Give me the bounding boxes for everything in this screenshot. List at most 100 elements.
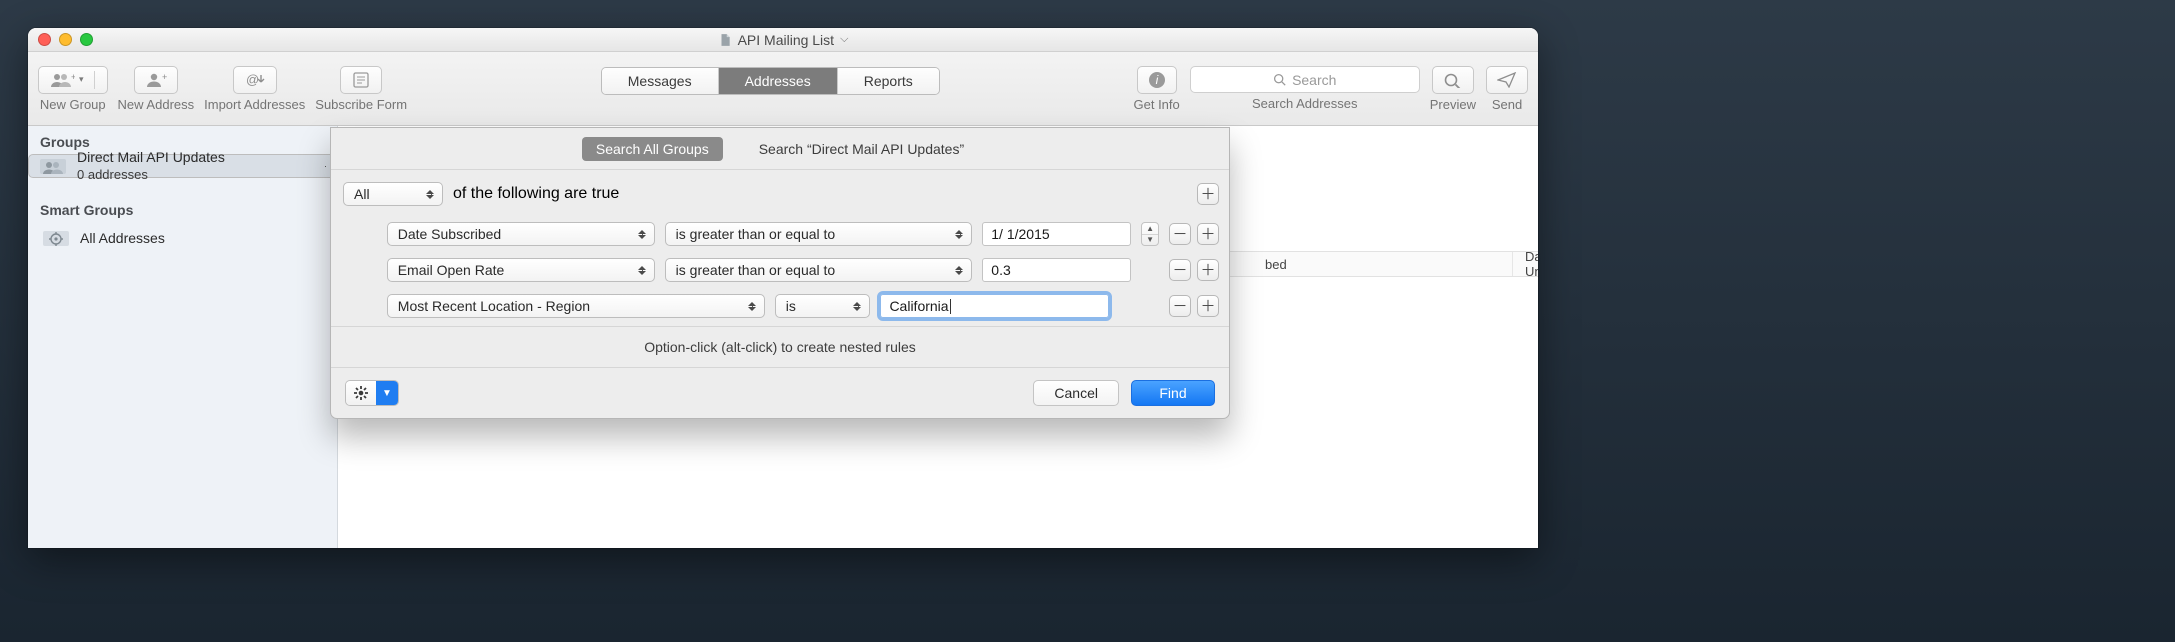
date-stepper[interactable]: ▲▼	[1141, 222, 1159, 246]
magnify-icon	[1443, 72, 1463, 88]
find-sheet: Search All Groups Search “Direct Mail AP…	[330, 127, 1230, 419]
toolbar-new-group: + ▾ New Group	[38, 66, 108, 112]
toolbar-new-address: + New Address	[118, 66, 195, 112]
toolbar-send: Send	[1486, 66, 1528, 112]
add-rule-button[interactable]: ＋	[1197, 295, 1219, 317]
new-group-button[interactable]: + ▾	[38, 66, 108, 94]
group-add-icon: +	[49, 72, 75, 88]
person-add-icon: +	[145, 72, 167, 88]
toolbar-label: Get Info	[1134, 97, 1180, 112]
minimize-window-button[interactable]	[59, 33, 72, 46]
rule-field-select[interactable]: Date Subscribed	[387, 222, 655, 246]
import-addresses-button[interactable]: @	[233, 66, 277, 94]
toolbar-search: Search Search Addresses	[1190, 66, 1420, 111]
rule-value-number[interactable]: 0.3	[982, 258, 1131, 282]
view-segmented-control: Messages Addresses Reports	[601, 67, 940, 95]
group-name: Direct Mail API Updates	[77, 149, 225, 167]
close-window-button[interactable]	[38, 33, 51, 46]
group-icon	[39, 156, 67, 176]
text-cursor	[950, 299, 951, 314]
window-controls	[38, 33, 93, 46]
zoom-window-button[interactable]	[80, 33, 93, 46]
window-title-text: API Mailing List	[738, 32, 834, 48]
toolbar: + ▾ New Group + New Address @ Import Add…	[28, 52, 1538, 126]
toolbar-view-tabs: Messages Addresses Reports	[601, 67, 940, 111]
chevron-down-icon: ▼	[376, 381, 398, 405]
send-button[interactable]	[1486, 66, 1528, 94]
sidebar: Groups Direct Mail API Updates 0 address…	[28, 126, 338, 548]
sidebar-header-smart-groups: Smart Groups	[28, 194, 337, 222]
add-rule-group-button[interactable]: ＋	[1197, 183, 1219, 205]
toolbar-label: Subscribe Form	[315, 97, 407, 112]
toolbar-label: Send	[1492, 97, 1522, 112]
group-count: 0 addresses	[77, 167, 225, 183]
rule-value-date[interactable]: 1/ 1/2015	[982, 222, 1131, 246]
add-rule-button[interactable]: ＋	[1197, 259, 1219, 281]
scope-all-groups[interactable]: Search All Groups	[582, 137, 723, 161]
tab-messages[interactable]: Messages	[602, 68, 719, 94]
remove-rule-button[interactable]: －	[1169, 295, 1191, 317]
match-qualifier-select[interactable]: All	[343, 182, 443, 206]
column-date-unsubscribed[interactable]: Date Unsubscribed	[1513, 252, 1538, 276]
smart-group-icon	[42, 228, 70, 248]
find-button[interactable]: Find	[1131, 380, 1215, 406]
add-rule-button[interactable]: ＋	[1197, 223, 1219, 245]
column-date-subscribed[interactable]: bed	[1253, 252, 1513, 276]
chevron-down-icon: ▼	[1142, 235, 1158, 246]
toolbar-label: Import Addresses	[204, 97, 305, 112]
svg-text:i: i	[1155, 73, 1158, 87]
toolbar-label: New Group	[40, 97, 106, 112]
match-tail-text: of the following are true	[453, 185, 619, 203]
chevron-down-icon: ▾	[79, 74, 84, 85]
toolbar-label: New Address	[118, 97, 195, 112]
nested-rules-hint: Option-click (alt-click) to create neste…	[331, 327, 1229, 368]
search-icon	[1273, 73, 1286, 86]
svg-text:+: +	[71, 72, 75, 82]
tab-addresses[interactable]: Addresses	[719, 68, 838, 94]
rule-field-select[interactable]: Most Recent Location - Region	[387, 294, 765, 318]
at-download-icon: @	[244, 72, 266, 88]
search-input[interactable]: Search	[1190, 66, 1420, 93]
rule-value-text[interactable]: California	[880, 294, 1109, 318]
match-row: All of the following are true ＋	[343, 176, 1219, 216]
new-address-button[interactable]: +	[134, 66, 178, 94]
toolbar-get-info: i Get Info	[1134, 66, 1180, 112]
toolbar-label: Search Addresses	[1252, 96, 1358, 111]
scope-bar: Search All Groups Search “Direct Mail AP…	[331, 128, 1229, 170]
rule-operator-select[interactable]: is	[775, 294, 871, 318]
tab-reports[interactable]: Reports	[838, 68, 939, 94]
remove-rule-button[interactable]: －	[1169, 259, 1191, 281]
form-icon	[351, 72, 371, 88]
rules-options-menu[interactable]: ▼	[345, 380, 399, 406]
cancel-button[interactable]: Cancel	[1033, 380, 1119, 406]
sidebar-item-group[interactable]: Direct Mail API Updates 0 addresses	[28, 154, 337, 178]
svg-text:@: @	[246, 72, 259, 87]
toolbar-label: Preview	[1430, 97, 1476, 112]
svg-text:+: +	[162, 72, 167, 82]
rule-field-select[interactable]: Email Open Rate	[387, 258, 655, 282]
rule-row: Email Open Rate is greater than or equal…	[343, 252, 1219, 288]
rule-row: Date Subscribed is greater than or equal…	[343, 216, 1219, 252]
toolbar-import: @ Import Addresses	[204, 66, 305, 112]
preview-button[interactable]	[1432, 66, 1474, 94]
titlebar: API Mailing List ⌵	[28, 28, 1538, 52]
info-icon: i	[1148, 71, 1166, 89]
rule-operator-select[interactable]: is greater than or equal to	[665, 258, 973, 282]
get-info-button[interactable]: i	[1137, 66, 1177, 94]
search-placeholder: Search	[1292, 72, 1336, 88]
sheet-footer: ▼ Cancel Find	[331, 368, 1229, 418]
gear-icon	[353, 385, 369, 401]
scope-current-group[interactable]: Search “Direct Mail API Updates”	[745, 137, 978, 161]
toolbar-preview: Preview	[1430, 66, 1476, 112]
sidebar-item-label: All Addresses	[80, 230, 165, 246]
paper-plane-icon	[1497, 72, 1517, 88]
rule-operator-select[interactable]: is greater than or equal to	[665, 222, 973, 246]
window-title[interactable]: API Mailing List ⌵	[718, 32, 849, 48]
subscribe-form-button[interactable]	[340, 66, 382, 94]
chevron-up-icon: ▲	[1142, 223, 1158, 235]
document-icon	[718, 33, 732, 47]
toolbar-subscribe-form: Subscribe Form	[315, 66, 407, 112]
rules-section: All of the following are true ＋ Date Sub…	[331, 170, 1229, 327]
sidebar-item-all-addresses[interactable]: All Addresses	[28, 222, 337, 254]
remove-rule-button[interactable]: －	[1169, 223, 1191, 245]
